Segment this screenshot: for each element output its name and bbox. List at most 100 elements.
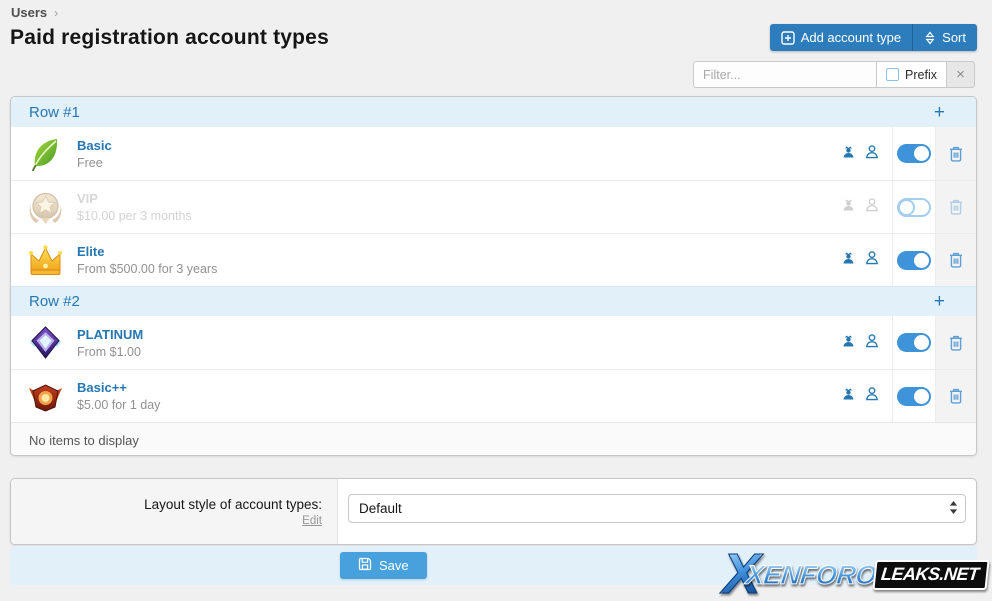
enable-toggle-on[interactable]	[897, 386, 931, 406]
form-input-cell: Default	[338, 479, 976, 544]
enable-toggle-off[interactable]	[897, 197, 931, 217]
edit-link[interactable]: Edit	[302, 515, 322, 527]
account-type-row-vip: VIP $10.00 per 3 months	[11, 180, 976, 233]
empty-list-message: No items to display	[11, 422, 976, 455]
prefix-checkbox[interactable]	[886, 68, 900, 81]
account-type-row-basic-plus-plus: Basic++ $5.00 for 1 day	[11, 369, 976, 422]
toggle-cell	[892, 181, 935, 233]
add-account-type-button[interactable]: Add account type	[769, 24, 913, 51]
enable-toggle-on[interactable]	[897, 144, 931, 163]
account-type-title-link[interactable]: Basic++	[77, 380, 160, 395]
page-title: Paid registration account types	[10, 26, 329, 49]
account-type-subtitle: $5.00 for 1 day	[77, 398, 161, 412]
select-arrows-icon	[949, 500, 958, 517]
delete-button[interactable]	[935, 127, 976, 180]
row-text: VIP $10.00 per 3 months	[77, 191, 192, 223]
row-2-label: Row #2	[29, 293, 80, 310]
save-label: Save	[379, 558, 409, 573]
toggle-cell	[892, 370, 935, 422]
save-disk-icon	[358, 557, 372, 574]
trash-icon	[950, 335, 962, 351]
toolbar: Add account type Sort	[769, 24, 977, 51]
delete-button[interactable]	[935, 370, 976, 422]
account-type-subtitle: Free	[77, 155, 103, 170]
account-type-row-basic: Basic Free	[11, 127, 976, 180]
row-1-label: Row #1	[29, 103, 80, 121]
row-text: PLATINUM From $1.00	[77, 327, 143, 359]
row-link-icons	[796, 181, 892, 233]
watermark-logo: X XENFORO LEAKS.NET	[722, 546, 990, 601]
platinum-diamond-icon	[27, 324, 64, 361]
prefix-label: Prefix	[905, 67, 937, 82]
trash-icon	[950, 388, 962, 404]
clear-filter-button[interactable]: ×	[946, 61, 975, 88]
save-button[interactable]: Save	[340, 552, 427, 579]
row-2-add-button[interactable]: +	[934, 292, 945, 311]
sort-arrows-icon	[924, 31, 936, 45]
prefix-checkbox-group[interactable]: Prefix	[876, 61, 947, 88]
row-link-icons	[796, 127, 892, 180]
account-type-list: Row #1 + Basic Free VIP $10.00 per 3 mon…	[10, 96, 977, 456]
breadcrumb-users-link[interactable]: Users	[11, 5, 47, 20]
row-main: Basic++ $5.00 for 1 day	[11, 370, 796, 422]
trash-icon	[950, 146, 962, 162]
user-icon[interactable]	[865, 144, 879, 164]
row-2-header: Row #2 +	[11, 286, 976, 316]
upgraded-users-icon[interactable]	[841, 386, 856, 406]
account-type-row-platinum: PLATINUM From $1.00	[11, 316, 976, 369]
row-text: Basic Free	[77, 138, 112, 170]
enable-toggle-on[interactable]	[897, 333, 931, 352]
user-icon[interactable]	[865, 197, 879, 217]
delete-button[interactable]	[935, 234, 976, 286]
upgraded-users-icon[interactable]	[841, 250, 856, 270]
account-type-title-link[interactable]: PLATINUM	[77, 327, 143, 342]
user-icon[interactable]	[865, 333, 879, 353]
row-link-icons	[796, 234, 892, 286]
upgraded-users-icon[interactable]	[841, 333, 856, 353]
delete-button[interactable]	[935, 316, 976, 369]
toggle-cell	[892, 127, 935, 180]
filter-input[interactable]	[693, 61, 878, 88]
row-1-add-button[interactable]: +	[934, 103, 945, 122]
account-type-title-link[interactable]: VIP	[77, 191, 192, 206]
row-text: Elite From $500.00 for 3 years	[77, 244, 217, 276]
upgraded-users-icon[interactable]	[841, 197, 856, 217]
row-main: Elite From $500.00 for 3 years	[11, 234, 796, 286]
sort-label: Sort	[942, 30, 966, 45]
sort-button[interactable]: Sort	[912, 24, 977, 51]
user-icon[interactable]	[865, 250, 879, 270]
row-main: VIP $10.00 per 3 months	[11, 181, 796, 233]
row-link-icons	[796, 316, 892, 369]
plus-square-icon	[780, 30, 795, 45]
watermark-brand: XENFORO	[744, 559, 879, 590]
close-icon: ×	[956, 66, 965, 83]
row-main: Basic Free	[11, 127, 796, 180]
layout-style-select[interactable]: Default	[348, 494, 966, 523]
gold-badge-icon	[27, 189, 64, 226]
user-icon[interactable]	[865, 386, 879, 406]
account-type-subtitle: $10.00 per 3 months	[77, 209, 192, 223]
chevron-right-icon: ›	[54, 5, 59, 20]
toggle-cell	[892, 234, 935, 286]
account-type-title-link[interactable]: Basic	[77, 138, 112, 153]
green-leaf-icon	[27, 135, 64, 172]
account-type-row-elite: Elite From $500.00 for 3 years	[11, 233, 976, 286]
row-main: PLATINUM From $1.00	[11, 316, 796, 369]
select-value: Default	[359, 501, 402, 516]
filter-bar: Prefix ×	[693, 61, 975, 88]
account-type-title-link[interactable]: Elite	[77, 244, 217, 259]
form-label-cell: Layout style of account types: Edit	[11, 479, 338, 544]
watermark-suffix: LEAKS.NET	[872, 560, 990, 591]
gold-crown-icon	[27, 242, 64, 279]
row-1-header: Row #1 +	[11, 97, 976, 127]
layout-style-label: Layout style of account types:	[144, 496, 322, 512]
add-account-type-label: Add account type	[800, 30, 902, 45]
delete-button[interactable]	[935, 181, 976, 233]
trash-icon	[950, 252, 962, 268]
toggle-cell	[892, 316, 935, 369]
upgraded-users-icon[interactable]	[841, 144, 856, 164]
enable-toggle-on[interactable]	[897, 250, 931, 270]
trash-icon	[950, 199, 962, 215]
row-link-icons	[796, 370, 892, 422]
row-text: Basic++ $5.00 for 1 day	[77, 380, 160, 412]
